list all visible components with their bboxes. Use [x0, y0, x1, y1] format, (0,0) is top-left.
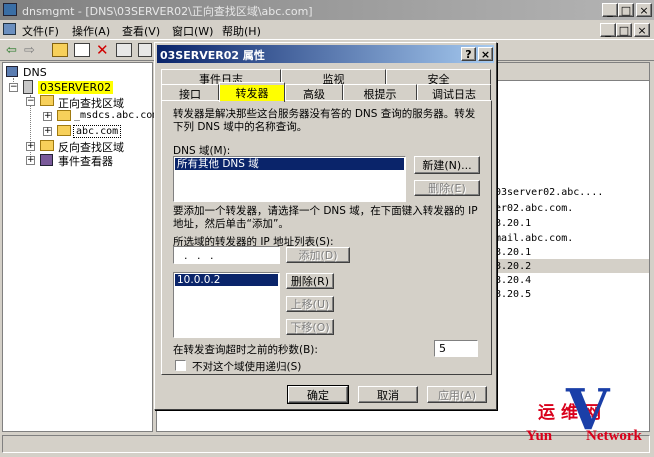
back-arrow-icon[interactable]: ⇦ [6, 43, 17, 58]
server-collapse-icon[interactable]: − [9, 83, 18, 92]
delete-domain-button[interactable]: 删除(E) [414, 180, 480, 196]
msdcs-expand-icon[interactable]: + [43, 112, 52, 121]
tab-security[interactable]: 安全 [386, 69, 491, 86]
dialog-title-bar: 03SERVER02 属性 ? × [157, 45, 494, 63]
properties-icon[interactable] [116, 43, 132, 57]
tree-msdcs[interactable]: _msdcs.abc.com [74, 110, 158, 121]
tab-debug-log[interactable]: 调试日志 [417, 84, 491, 101]
move-down-button[interactable]: 下移(O) [286, 319, 334, 335]
tab-root-hints[interactable]: 根提示 [343, 84, 417, 101]
add-forwarder-button[interactable]: 添加(D) [286, 247, 350, 263]
menu-doc-icon [3, 23, 16, 35]
timeout-label: 在转发查询超时之前的秒数(B): [173, 344, 318, 356]
tab-monitor[interactable]: 监视 [281, 69, 386, 86]
move-up-button[interactable]: 上移(U) [286, 296, 334, 312]
dialog-close-button[interactable]: × [478, 47, 493, 61]
watermark-en-left: Yun [526, 428, 553, 444]
forward-zone-folder-icon [40, 95, 54, 106]
tree-pane: DNS − 03SERVER02 − 正向查找区域 + _msdcs.abc.c… [2, 62, 158, 432]
tree-server[interactable]: 03SERVER02 [38, 81, 114, 94]
list-item[interactable]: 8.20.2 [495, 261, 531, 272]
dialog-help-button[interactable]: ? [461, 47, 476, 61]
tree-event-viewer[interactable]: 事件查看器 [58, 153, 113, 169]
ok-button[interactable]: 确定 [287, 385, 349, 404]
inner-close-button[interactable]: × [634, 23, 650, 37]
add-instructions: 要添加一个转发器，请选择一个 DNS 域，在下面键入转发器的 IP 地址，然后单… [173, 205, 478, 230]
forwarders-tab-page: 转发器是解决那些这台服务器没有答的 DNS 查询的服务器。转发下列 DNS 域中… [161, 100, 492, 375]
up-folder-icon[interactable] [52, 43, 68, 57]
list-item[interactable]: 8.20.1 [495, 218, 531, 229]
list-item[interactable]: 8.20.5 [495, 289, 531, 300]
list-item[interactable]: er02.abc.com. [495, 203, 573, 214]
new-domain-button[interactable]: 新建(N)... [414, 156, 480, 174]
abc-folder-icon [57, 125, 71, 136]
list-item[interactable]: 8.20.1 [495, 247, 531, 258]
forward-arrow-icon[interactable]: ⇨ [24, 43, 35, 58]
abc-expand-icon[interactable]: + [43, 127, 52, 136]
inner-restore-button[interactable]: □ [616, 23, 632, 37]
cancel-button[interactable]: 取消 [358, 386, 418, 403]
delete-forwarder-button[interactable]: 删除(R) [286, 273, 334, 289]
menu-window[interactable]: 窗口(W) [172, 23, 213, 39]
tab-interfaces[interactable]: 接口 [161, 84, 219, 101]
properties-dialog: 03SERVER02 属性 ? × 事件日志 监视 安全 接口 转发器 高级 根… [154, 42, 497, 410]
forwarder-ip-item[interactable]: 10.0.0.2 [175, 274, 278, 286]
list-item[interactable]: 8.20.4 [495, 275, 531, 286]
refresh-icon[interactable] [138, 43, 152, 57]
app-title-bar: dnsmgmt - [DNS\03SERVER02\正向查找区域\abc.com… [0, 0, 654, 20]
maximize-button[interactable]: □ [618, 3, 634, 17]
minimize-button[interactable]: _ [602, 3, 618, 17]
timeout-input[interactable]: 5 [434, 340, 478, 357]
tab-forwarders[interactable]: 转发器 [219, 82, 285, 102]
msdcs-folder-icon [57, 110, 71, 121]
tree-root[interactable]: DNS [23, 66, 47, 79]
forwarder-ip-list[interactable]: 10.0.0.2 [173, 272, 280, 338]
menu-file[interactable]: 文件(F) [22, 23, 59, 39]
list-item[interactable]: 03server02.abc.... [495, 187, 603, 198]
tree-abc[interactable]: abc.com [73, 125, 122, 138]
no-recursion-label: 不对这个域使用递归(S) [192, 361, 302, 373]
dialog-title: 03SERVER02 属性 [160, 49, 265, 62]
apply-button[interactable]: 应用(A) [427, 386, 487, 403]
ip-address-input[interactable]: . . . [173, 246, 280, 264]
delete-icon[interactable]: ✕ [96, 41, 109, 59]
dns-icon [6, 66, 18, 77]
no-recursion-checkbox[interactable] [175, 360, 186, 371]
dns-domain-item-selected[interactable]: 所有其他 DNS 域 [175, 158, 404, 170]
forward-zone-collapse-icon[interactable]: − [26, 97, 35, 106]
tree-toggle-icon[interactable] [74, 43, 90, 57]
menu-view[interactable]: 查看(V) [122, 23, 160, 39]
app-icon [3, 3, 17, 16]
reverse-zone-expand-icon[interactable]: + [26, 142, 35, 151]
close-button[interactable]: × [636, 3, 652, 17]
tree-forward-zone[interactable]: 正向查找区域 [58, 95, 124, 111]
watermark-logo: 运维网 V Yun Network [520, 382, 650, 450]
event-viewer-icon [40, 154, 53, 166]
dns-domain-list[interactable]: 所有其他 DNS 域 [173, 156, 406, 202]
tab-advanced[interactable]: 高级 [285, 84, 343, 101]
reverse-zone-folder-icon [40, 140, 54, 151]
menu-help[interactable]: 帮助(H) [222, 23, 261, 39]
event-viewer-expand-icon[interactable]: + [26, 156, 35, 165]
menu-action[interactable]: 操作(A) [72, 23, 110, 39]
app-title: dnsmgmt - [DNS\03SERVER02\正向查找区域\abc.com… [22, 5, 313, 18]
server-icon [23, 80, 33, 94]
forwarders-description: 转发器是解决那些这台服务器没有答的 DNS 查询的服务器。转发下列 DNS 域中… [173, 108, 476, 133]
menu-bar: 文件(F) 操作(A) 查看(V) 窗口(W) 帮助(H) _ □ × [0, 20, 654, 39]
inner-minimize-button[interactable]: _ [600, 23, 616, 37]
list-item[interactable]: mail.abc.com. [495, 233, 573, 244]
watermark-en-right: Network [586, 428, 642, 444]
